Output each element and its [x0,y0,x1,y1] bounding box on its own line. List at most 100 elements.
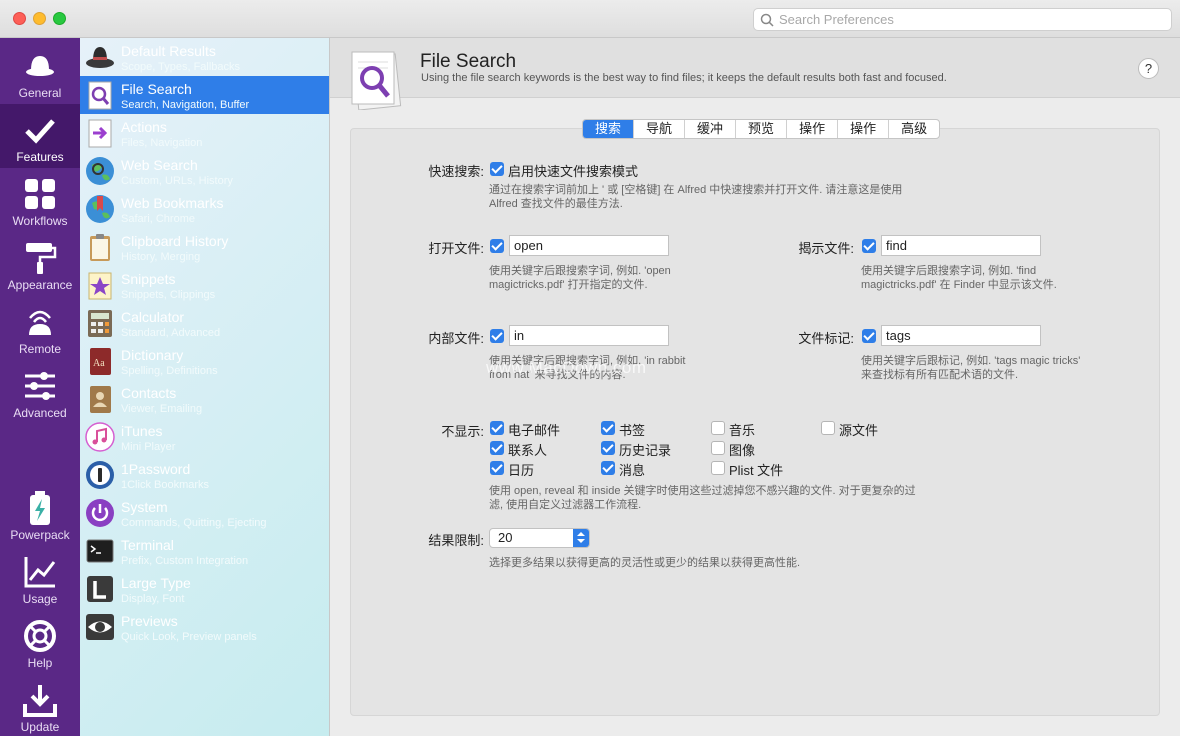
tab-navigation[interactable]: 导航 [633,120,684,138]
feature-system[interactable]: System Commands, Quitting, Ejecting [80,494,329,532]
close-window-button[interactable] [13,12,26,25]
exclude-contacts-checkbox[interactable] [490,441,504,455]
sliders-icon [25,372,55,400]
exclude-images-checkbox[interactable] [711,441,725,455]
category-general[interactable]: General [0,40,80,104]
exclude-music-label[interactable]: 音乐 [729,420,755,439]
chart-icon [24,557,56,588]
exclude-messages-label[interactable]: 消息 [619,460,645,479]
exclude-email-checkbox[interactable] [490,421,504,435]
feature-title: Web Search [121,157,198,173]
maximize-window-button[interactable] [53,12,66,25]
exclude-plist-label[interactable]: Plist 文件 [729,460,783,479]
result-limit-select[interactable]: 20 [489,528,590,548]
category-usage[interactable]: Usage [0,546,80,610]
feature-default-results[interactable]: Default Results Scope, Types, Fallbacks [80,38,329,76]
exclude-history-label[interactable]: 历史记录 [619,440,671,459]
open-keyword-checkbox[interactable] [490,239,504,253]
battery-icon [30,491,50,525]
minimize-window-button[interactable] [33,12,46,25]
feature-large-type[interactable]: Large Type Display, Font [80,570,329,608]
category-label: General [18,86,62,100]
quick-search-checkbox-label[interactable]: 启用快速文件搜索模式 [508,161,638,180]
terminal-icon [86,539,114,563]
category-label: Advanced [13,406,67,420]
exclude-images-label[interactable]: 图像 [729,440,755,459]
tab-advanced[interactable]: 高级 [888,120,939,138]
exclude-calendar-checkbox[interactable] [490,461,504,475]
feature-subtitle: Search, Navigation, Buffer [121,99,250,111]
inside-keyword-checkbox[interactable] [490,329,504,343]
exclude-source-checkbox[interactable] [821,421,835,435]
feature-contacts[interactable]: Contacts Viewer, Emailing [80,380,329,418]
tags-keyword-checkbox[interactable] [862,329,876,343]
chevron-updown-icon[interactable] [573,529,589,547]
feature-title: 1Password [121,461,191,477]
feature-clipboard-history[interactable]: Clipboard History History, Merging [80,228,329,266]
category-powerpack[interactable]: Powerpack [0,482,80,546]
feature-title: File Search [121,81,192,97]
tab-buffer[interactable]: 缓冲 [684,120,735,138]
tab-bar: 搜索 导航 缓冲 预览 操作 操作 高级 [582,119,941,139]
tab-search[interactable]: 搜索 [583,120,634,138]
exclude-bookmarks-label[interactable]: 书签 [619,420,645,439]
feature-subtitle: History, Merging [121,251,201,263]
exclude-plist-checkbox[interactable] [711,461,725,475]
feature-itunes[interactable]: iTunes Mini Player [80,418,329,456]
feature-snippets[interactable]: Snippets Snippets, Clippings [80,266,329,304]
category-features[interactable]: Features [0,104,80,168]
help-button[interactable]: ? [1138,58,1159,79]
exclude-calendar-label[interactable]: 日历 [508,460,534,479]
exclude-messages-checkbox[interactable] [601,461,615,475]
inside-keyword-field[interactable]: in [509,325,669,346]
exclude-source-label[interactable]: 源文件 [839,420,878,439]
feature-subtitle: Mini Player [121,441,176,453]
feature-title: Clipboard History [121,233,229,249]
exclude-music-checkbox[interactable] [711,421,725,435]
quick-search-checkbox[interactable] [490,162,504,176]
tab-preview[interactable]: 预览 [735,120,786,138]
category-remote[interactable]: Remote [0,296,80,360]
category-label: Remote [18,342,62,356]
feature-previews[interactable]: Previews Quick Look, Preview panels [80,608,329,646]
feature-dictionary[interactable]: Aa Dictionary Spelling, Definitions [80,342,329,380]
category-workflows[interactable]: Workflows [0,168,80,232]
watermark: www.MacDown.com [486,358,647,377]
search-box[interactable] [753,8,1172,31]
tags-keyword-field[interactable]: tags [881,325,1041,346]
exclude-email-label[interactable]: 电子邮件 [508,420,560,439]
feature-title: Actions [121,119,167,135]
open-keyword-field[interactable]: open [509,235,669,256]
reveal-keyword-checkbox[interactable] [862,239,876,253]
music-note-icon [85,422,115,452]
feature-1password[interactable]: 1Password 1Click Bookmarks [80,456,329,494]
exclude-bookmarks-checkbox[interactable] [601,421,615,435]
category-update[interactable]: Update [0,674,80,736]
category-help[interactable]: Help [0,610,80,674]
feature-calculator[interactable]: Calculator Standard, Advanced [80,304,329,342]
category-appearance[interactable]: Appearance [0,232,80,296]
reveal-keyword-field[interactable]: find [881,235,1041,256]
feature-title: System [121,499,168,515]
lifebuoy-icon [24,620,56,652]
feature-actions[interactable]: Actions Files, Navigation [80,114,329,152]
inside-keyword-label: 内部文件: [428,331,484,346]
feature-subtitle: Display, Font [121,593,185,605]
feature-web-search[interactable]: Web Search Custom, URLs, History [80,152,329,190]
exclude-contacts-label[interactable]: 联系人 [508,440,547,459]
tab-actions[interactable]: 操作 [786,120,837,138]
exclude-history-checkbox[interactable] [601,441,615,455]
exclude-hint: 滤, 使用自定义过滤器工作流程. [489,499,642,511]
search-input[interactable] [779,12,1159,27]
feature-subtitle: Prefix, Custom Integration [121,555,249,567]
category-advanced[interactable]: Advanced [0,360,80,424]
feature-file-search[interactable]: File Search Search, Navigation, Buffer [80,76,329,114]
tab-actions-2[interactable]: 操作 [837,120,888,138]
feature-title: Previews [121,613,178,629]
tags-keyword-label: 文件标记: [798,331,854,346]
feature-terminal[interactable]: Terminal Prefix, Custom Integration [80,532,329,570]
exclude-label: 不显示: [441,424,484,439]
feature-web-bookmarks[interactable]: Web Bookmarks Safari, Chrome [80,190,329,228]
feature-title: Dictionary [121,347,184,363]
search-icon [760,13,774,27]
